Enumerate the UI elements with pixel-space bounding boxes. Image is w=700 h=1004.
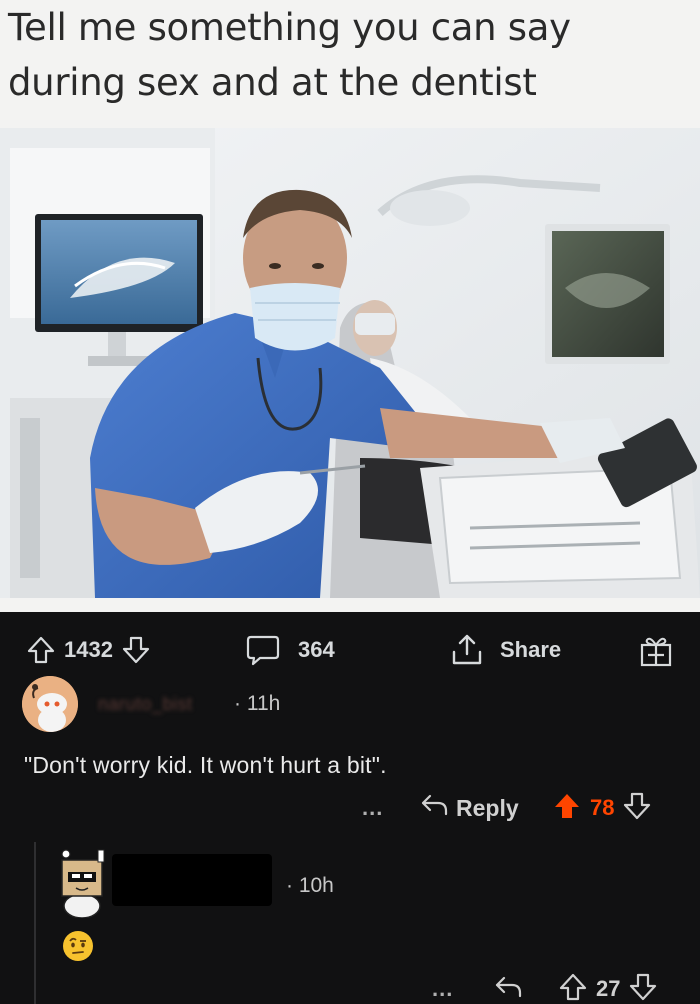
reply-label: Reply [456,794,519,821]
avatar[interactable] [50,848,114,918]
post-image[interactable]: Tell me something you can say during sex… [0,0,700,612]
more-options-button[interactable]: ... [362,795,383,821]
comment-vote-group: 78 [552,791,652,825]
comment-count: 364 [298,637,335,662]
more-options-button[interactable]: ... [432,976,453,1002]
award-button[interactable] [638,632,674,668]
caption-line-1: Tell me something you can say [8,6,571,49]
meme-caption: Tell me something you can say during sex… [8,0,688,110]
upvote-icon[interactable] [26,635,56,665]
comment-vote-count: 78 [590,795,615,820]
dentist-photo [0,128,700,598]
thread-line [34,842,36,1004]
reply-arrow-icon [420,793,448,823]
avatar[interactable] [22,676,78,732]
box-head-avatar-icon [61,849,105,918]
reply-button[interactable] [494,972,522,1004]
comment-body: "Don't worry kid. It won't hurt a bit". [24,752,387,778]
comment-vote-count: 27 [596,976,621,1001]
downvote-icon[interactable] [121,635,151,665]
redacted-username [112,854,272,906]
raised-eyebrow-emoji-icon [62,930,94,967]
reply-arrow-icon [494,975,522,1004]
upvote-icon[interactable] [558,972,588,1004]
upvote-icon[interactable] [552,791,582,826]
share-button[interactable]: Share [450,634,561,666]
vote-count: 1432 [64,637,113,662]
comment-time: · 11h [234,692,281,715]
comment-time: · 10h [286,874,334,897]
comment-time-value: 10h [298,874,334,897]
comment-bubble-icon [246,634,280,666]
share-icon [450,634,484,666]
downvote-icon[interactable] [628,972,658,1004]
snoo-avatar-icon [22,676,78,732]
comment-vote-group: 27 [558,972,658,1004]
reply-button[interactable]: Reply [420,791,519,825]
share-label: Share [500,637,562,662]
post-action-bar: 1432 364 Share [0,620,700,680]
gift-icon [638,632,674,668]
comment-actions: ... [362,791,383,825]
comment-actions: ... [432,972,453,1004]
comments-button[interactable]: 364 [246,634,335,666]
comment-time-value: 11h [246,692,281,715]
caption-line-2: during sex and at the dentist [8,61,537,104]
comment-username[interactable]: naruto_bist [98,694,193,715]
downvote-icon[interactable] [622,791,652,826]
vote-group: 1432 [26,634,151,666]
